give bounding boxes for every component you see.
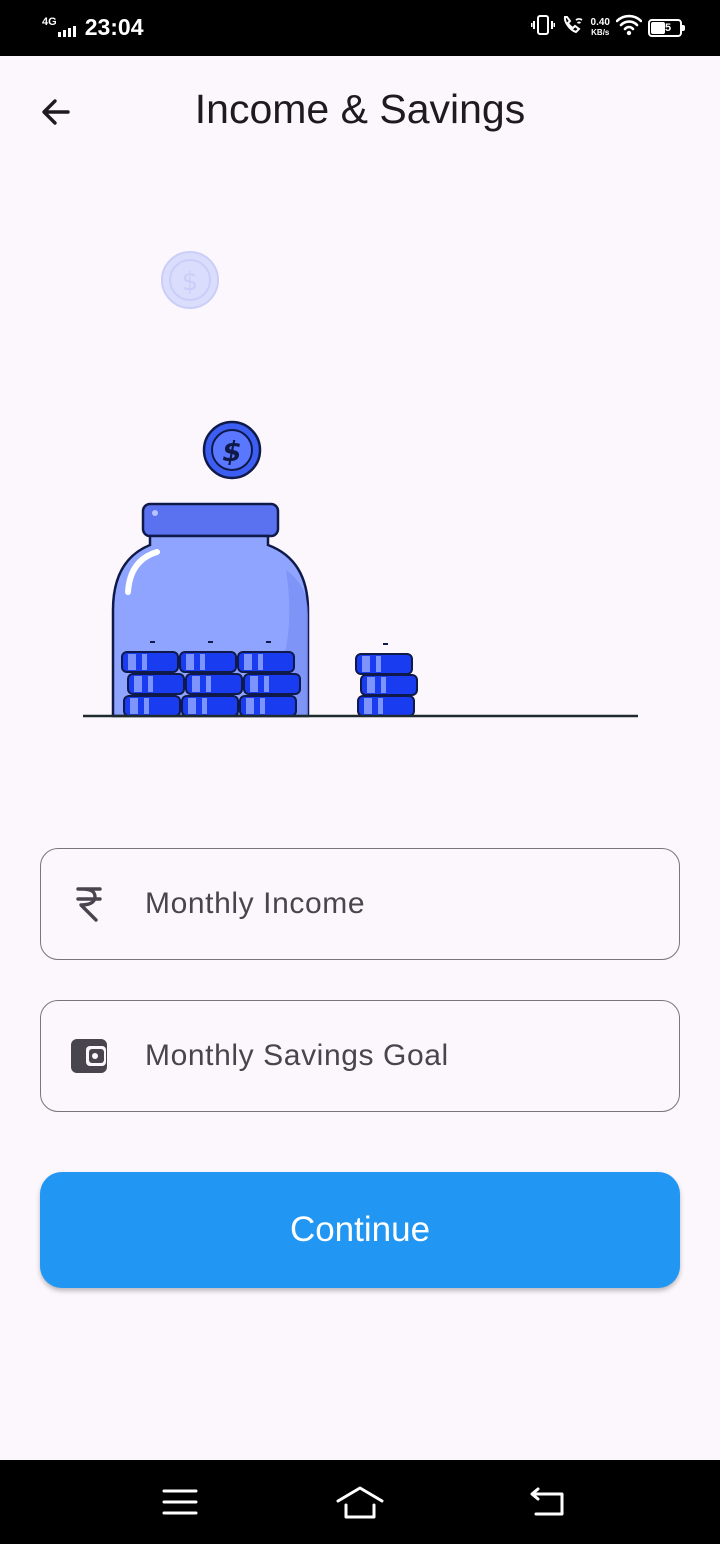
nav-menu-button[interactable]	[156, 1482, 204, 1522]
wifi-icon	[615, 14, 643, 41]
nav-back-button[interactable]	[524, 1482, 572, 1522]
net-speed-unit: KB/s	[591, 27, 610, 37]
falling-coin: $	[202, 420, 262, 480]
return-icon	[530, 1487, 564, 1516]
status-time: 23:04	[84, 14, 144, 40]
battery-level: 45	[658, 21, 672, 34]
status-bar: 4G 23:04 0.40 KB/s 45	[0, 0, 720, 56]
app-bar: Income & Savings	[0, 56, 720, 168]
svg-text:$: $	[182, 267, 199, 297]
faded-coin: $	[161, 251, 219, 309]
menu-icon	[162, 1489, 198, 1515]
nav-home-button[interactable]	[336, 1482, 384, 1522]
system-nav-bar	[0, 1460, 720, 1544]
home-icon	[336, 1486, 384, 1519]
page-title: Income & Savings	[194, 86, 526, 132]
battery-icon: 45	[648, 18, 685, 37]
status-left: 4G 23:04	[42, 14, 144, 41]
continue-button[interactable]: Continue	[40, 1172, 680, 1288]
wifi-call-icon	[561, 14, 585, 41]
vibrate-icon	[530, 14, 556, 41]
signal-icon	[57, 26, 76, 37]
svg-text:$: $	[222, 435, 241, 468]
network-type: 4G	[42, 15, 57, 28]
status-right: 0.40 KB/s 45	[530, 14, 685, 41]
monthly-income-field[interactable]	[40, 848, 680, 960]
wallet-icon	[41, 1038, 135, 1074]
monthly-income-input[interactable]	[135, 887, 679, 921]
rupee-icon	[41, 884, 135, 924]
net-speed-value: 0.40	[590, 16, 610, 28]
coin-stacks	[121, 641, 418, 717]
monthly-savings-goal-field[interactable]	[40, 1000, 680, 1112]
savings-jar-illustration: $ $	[0, 230, 720, 750]
monthly-savings-goal-input[interactable]	[135, 1039, 679, 1073]
net-speed: 0.40 KB/s	[590, 16, 610, 38]
